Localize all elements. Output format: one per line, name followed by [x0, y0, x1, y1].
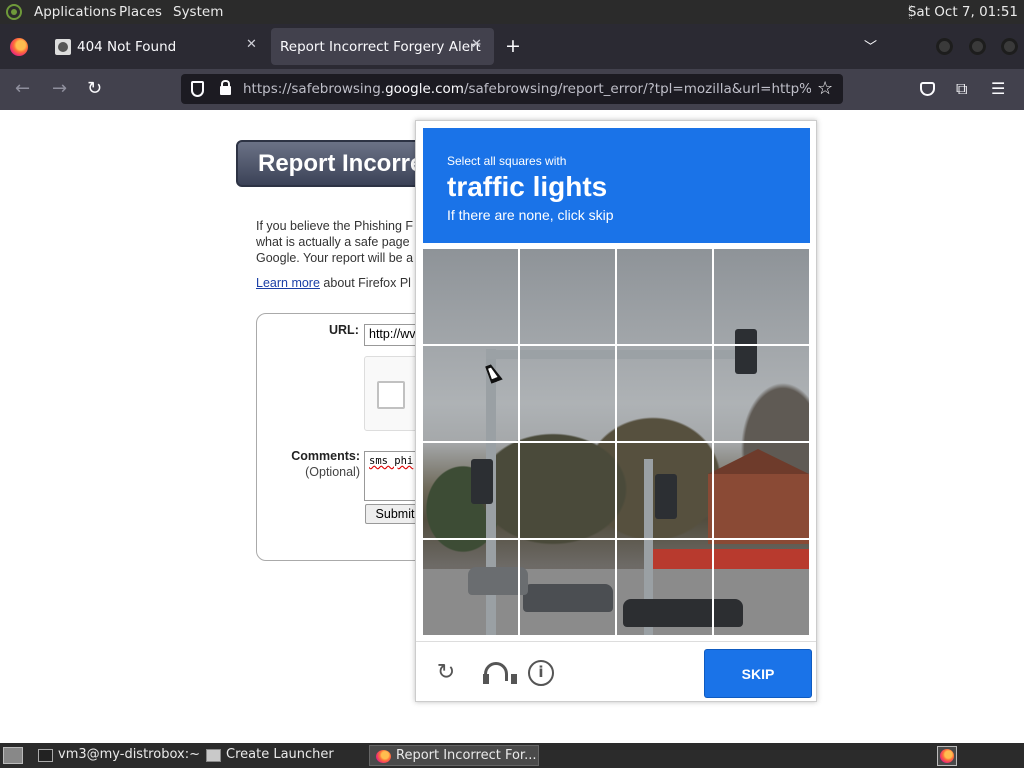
pocket-icon[interactable] [920, 82, 935, 96]
captcha-tile[interactable] [520, 346, 616, 442]
captcha-tile[interactable] [714, 249, 809, 345]
taskbar-item-label: vm3@my-distrobox:~ [58, 747, 200, 762]
window-close-button[interactable] [1001, 38, 1018, 55]
captcha-instruction: Select all squares with [447, 154, 567, 168]
taskbar: vm3@my-distrobox:~ Create Launcher Repor… [0, 743, 1024, 768]
url-label: URL: [329, 323, 359, 337]
captcha-tile[interactable] [520, 540, 616, 635]
firefox-icon [376, 750, 391, 763]
clock[interactable]: Sat Oct 7, 01:51 [908, 4, 1018, 20]
captcha-challenge-popup: Select all squares with traffic lights I… [415, 120, 817, 702]
menu-system[interactable]: System [173, 4, 223, 20]
skip-button[interactable]: SKIP [705, 650, 811, 697]
tab-404-not-found[interactable]: 404 Not Found ✕ [44, 24, 268, 69]
captcha-header: Select all squares with traffic lights I… [423, 128, 810, 243]
captcha-tile[interactable] [423, 249, 519, 345]
address-bar[interactable]: https://safebrowsing.google.com/safebrow… [181, 74, 843, 104]
menu-applications[interactable]: Applications [34, 4, 116, 20]
captcha-footer: ↻ i SKIP [416, 641, 816, 702]
taskbar-item-label: Create Launcher [226, 747, 334, 762]
captcha-image-grid [423, 249, 809, 635]
captcha-tile[interactable] [617, 249, 713, 345]
captcha-tile[interactable] [617, 540, 713, 635]
info-icon[interactable]: i [528, 660, 554, 686]
extensions-icon[interactable]: ⧉ [956, 79, 967, 99]
reload-icon[interactable]: ↻ [433, 660, 459, 686]
firefox-icon[interactable] [10, 38, 28, 56]
captcha-tile[interactable] [520, 249, 616, 345]
forward-arrow-icon[interactable]: → [52, 79, 67, 99]
captcha-tile[interactable] [423, 346, 519, 442]
learn-more-rest: about Firefox Pl [319, 276, 411, 290]
url-text[interactable]: https://safebrowsing.google.com/safebrow… [243, 81, 811, 97]
window-maximize-button[interactable] [969, 38, 986, 55]
taskbar-item-label: Report Incorrect For... [396, 748, 537, 763]
hamburger-menu-icon[interactable]: ☰ [991, 79, 1005, 98]
url-prefix: https://safebrowsing. [243, 81, 386, 97]
comments-label: Comments: [291, 449, 360, 463]
captcha-tile[interactable] [423, 443, 519, 539]
tab-favicon-icon [55, 39, 71, 55]
comments-text: sms phi [369, 455, 414, 467]
taskbar-item-create-launcher[interactable]: Create Launcher [200, 745, 365, 766]
tray-firefox-icon[interactable] [937, 746, 957, 766]
tab-report-incorrect-forgery-alert[interactable]: Report Incorrect Forgery Alert ✕ [271, 28, 494, 65]
window-minimize-button[interactable] [936, 38, 953, 55]
recaptcha-checkbox[interactable] [377, 381, 405, 409]
captcha-tile[interactable] [714, 346, 809, 442]
captcha-tile[interactable] [423, 540, 519, 635]
captcha-tile[interactable] [520, 443, 616, 539]
tab-strip: 404 Not Found ✕ Report Incorrect Forgery… [0, 24, 1024, 69]
page-title: Report Incorre [258, 150, 424, 177]
taskbar-item-firefox[interactable]: Report Incorrect For... [369, 745, 539, 766]
close-tab-icon[interactable]: ✕ [246, 37, 257, 52]
tab-title: 404 Not Found [77, 39, 177, 55]
bookmark-star-icon[interactable]: ☆ [817, 78, 833, 99]
captcha-tile[interactable] [714, 540, 809, 635]
reload-icon[interactable]: ↻ [87, 79, 102, 99]
url-host: google.com [385, 81, 464, 97]
new-tab-button[interactable]: + [505, 35, 521, 57]
navigation-bar: ← → ↻ https://safebrowsing.google.com/sa… [0, 69, 1024, 110]
captcha-target: traffic lights [447, 171, 608, 202]
captcha-tile[interactable] [617, 346, 713, 442]
lock-icon[interactable] [220, 80, 231, 95]
menu-places[interactable]: Places [119, 4, 162, 20]
url-suffix: /safebrowsing/report_error/?tpl=mozilla&… [463, 81, 811, 97]
taskbar-item-terminal[interactable]: vm3@my-distrobox:~ [32, 745, 200, 766]
launcher-icon [206, 749, 221, 762]
captcha-tile[interactable] [714, 443, 809, 539]
chevron-down-icon[interactable]: ﹀ [864, 36, 877, 55]
comments-optional-label: (Optional) [305, 465, 360, 479]
top-panel: Applications Places System Sat Oct 7, 01… [0, 0, 1024, 24]
show-desktop-icon[interactable] [3, 747, 23, 764]
learn-more-line: Learn more about Firefox Pl [256, 276, 411, 290]
gnome-logo-icon[interactable] [6, 4, 22, 20]
captcha-tile[interactable] [617, 443, 713, 539]
back-arrow-icon[interactable]: ← [15, 79, 30, 99]
tab-title: Report Incorrect Forgery Alert [280, 39, 481, 55]
close-tab-icon[interactable]: ✕ [471, 37, 482, 52]
headphones-icon[interactable] [481, 660, 517, 686]
shield-icon[interactable] [191, 81, 204, 97]
terminal-icon [38, 749, 53, 762]
captcha-hint: If there are none, click skip [447, 207, 614, 223]
learn-more-link[interactable]: Learn more [256, 276, 320, 290]
